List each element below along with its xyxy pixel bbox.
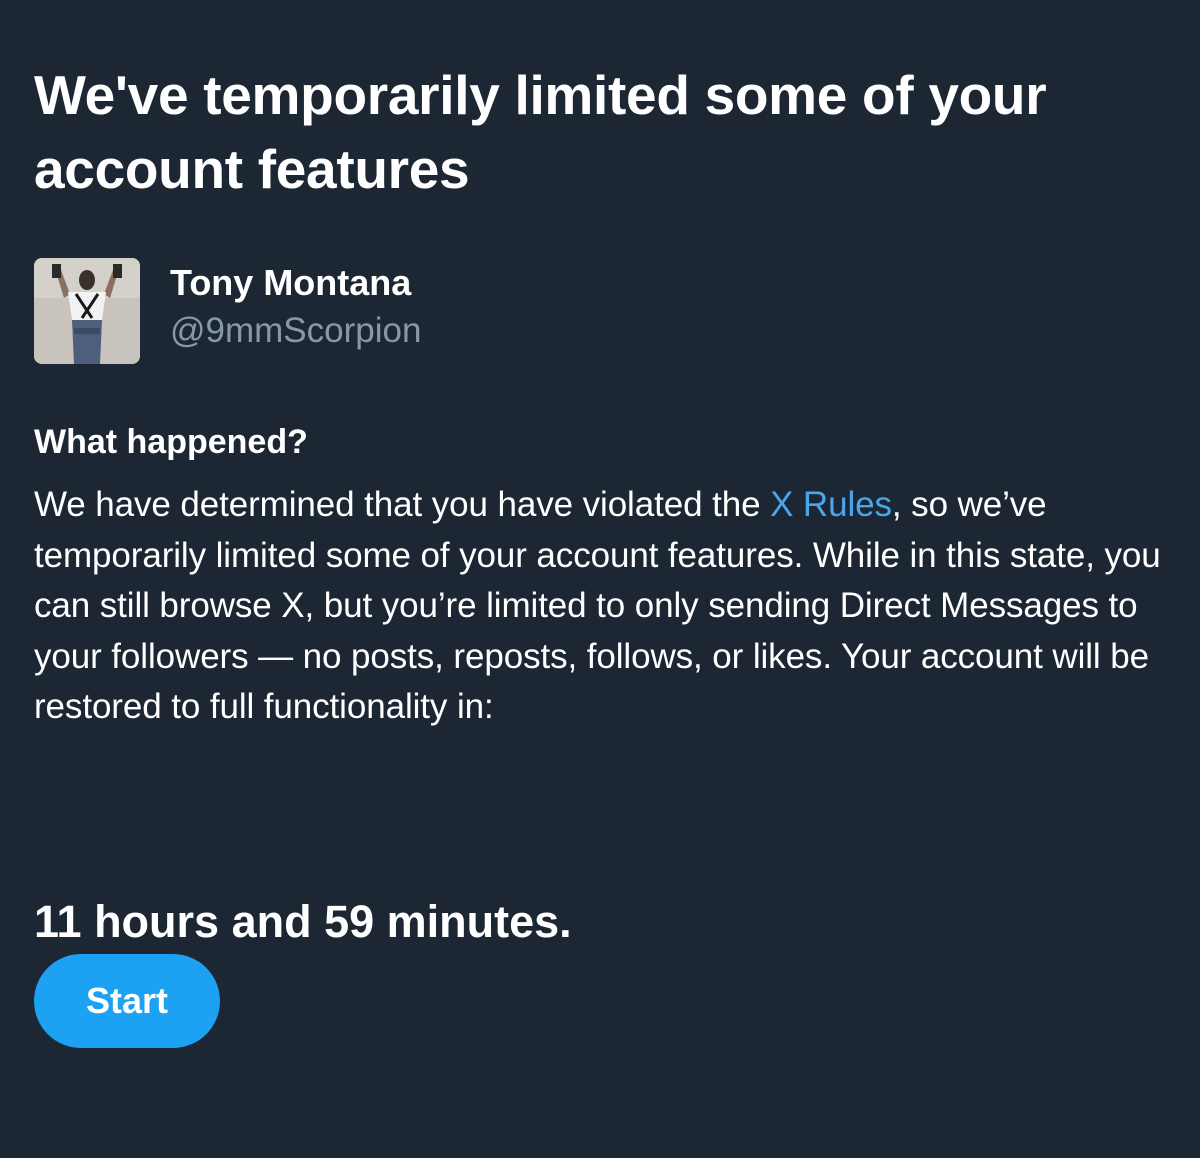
- what-happened-section: What happened? We have determined that y…: [34, 420, 1174, 733]
- explanation-text: We have determined that you have violate…: [34, 480, 1174, 733]
- profile-photo-icon: [34, 258, 140, 364]
- restriction-countdown: 11 hours and 59 minutes.: [34, 896, 572, 947]
- limited-account-notice: We've temporarily limited some of your a…: [34, 58, 1174, 1048]
- account-card: Tony Montana @9mmScorpion: [34, 258, 421, 364]
- explanation-text-start: We have determined that you have violate…: [34, 485, 771, 524]
- avatar: [34, 258, 140, 364]
- account-names: Tony Montana @9mmScorpion: [170, 260, 421, 356]
- x-rules-link[interactable]: X Rules: [770, 485, 892, 524]
- account-handle: @9mmScorpion: [170, 311, 422, 350]
- section-heading: What happened?: [34, 423, 308, 461]
- page-title: We've temporarily limited some of your a…: [34, 64, 1047, 200]
- display-name: Tony Montana: [170, 262, 412, 303]
- start-button[interactable]: Start: [34, 954, 220, 1048]
